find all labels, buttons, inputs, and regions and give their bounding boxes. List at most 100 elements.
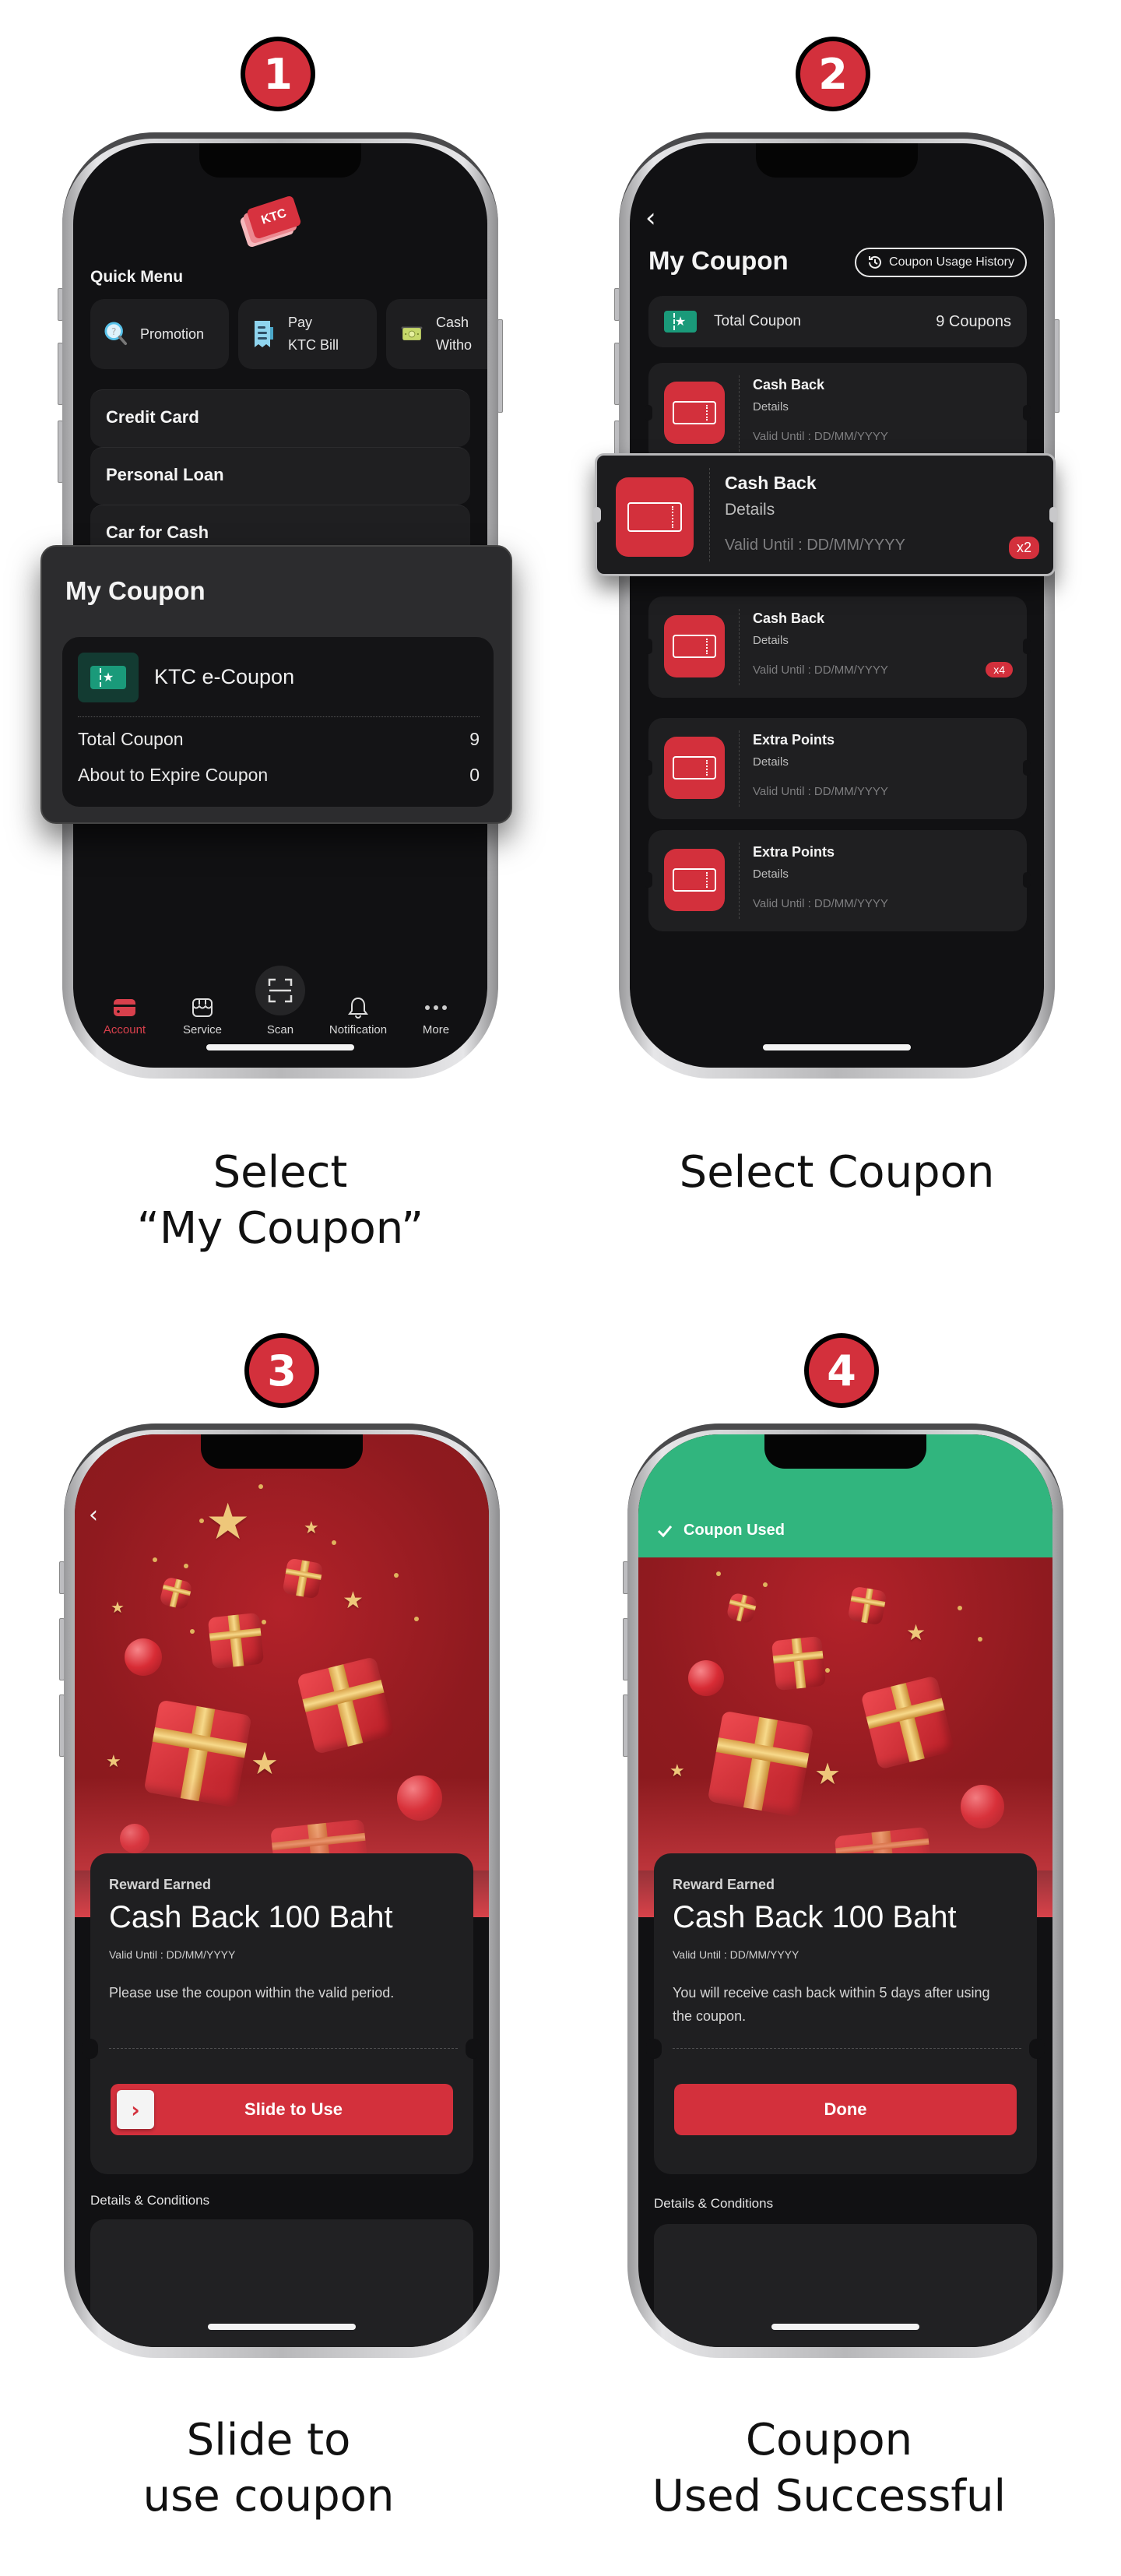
details-conditions-label: Details & Conditions bbox=[654, 2196, 774, 2211]
screen-slide-to-use: ★ ★ ★ ★ ★ ★ ‹ Reward Earned Cash Back 10… bbox=[75, 1434, 489, 2347]
coupon-ticket-icon bbox=[664, 849, 725, 911]
reward-title: Cash Back 100 Baht bbox=[109, 1900, 393, 1934]
quick-menu-cash-withdraw[interactable]: Cash Witho bbox=[386, 299, 487, 369]
step-caption-1: Select “My Coupon” bbox=[136, 1147, 424, 1254]
ktc-e-coupon-panel[interactable]: ★ KTC e-Coupon Total Coupon 9 About to E… bbox=[62, 637, 494, 807]
step-badge-4: 4 bbox=[804, 1333, 879, 1408]
row-label: About to Expire Coupon bbox=[78, 765, 269, 785]
nav-label: Scan bbox=[266, 1023, 294, 1036]
nav-account[interactable]: Account bbox=[90, 997, 160, 1036]
reward-valid-until: Valid Until : DD/MM/YYYY bbox=[673, 1948, 799, 1961]
ktc-logo: KTC bbox=[239, 195, 302, 248]
coupon-title: Cash Back bbox=[725, 473, 817, 493]
star-icon: ★ bbox=[304, 1519, 319, 1538]
nav-label: Service bbox=[182, 1023, 223, 1036]
step-badge-3: 3 bbox=[244, 1333, 319, 1408]
receipt-icon bbox=[252, 320, 276, 348]
step-badge-2: 2 bbox=[796, 37, 870, 111]
step-caption-2: Select Coupon bbox=[679, 1147, 995, 1198]
slider-label: Slide to Use bbox=[244, 2099, 343, 2119]
screen-my-coupon: ‹ My Coupon Coupon Usage History ★ Total… bbox=[630, 143, 1044, 1068]
more-icon bbox=[423, 997, 449, 1019]
coupon-item[interactable]: Cash Back Details Valid Until : DD/MM/YY… bbox=[645, 596, 1031, 698]
coupon-usage-history-button[interactable]: Coupon Usage History bbox=[855, 248, 1027, 277]
ornament-icon bbox=[125, 1638, 162, 1676]
back-chevron-icon[interactable]: ‹ bbox=[89, 1501, 98, 1529]
nav-label: Account bbox=[103, 1023, 146, 1036]
reward-description: Please use the coupon within the valid p… bbox=[109, 1985, 395, 2001]
gift-icon bbox=[282, 1557, 324, 1599]
coupon-details: Details bbox=[753, 755, 789, 769]
notch bbox=[764, 1434, 926, 1469]
nav-scan[interactable]: Scan bbox=[245, 966, 315, 1036]
coupon-quantity-badge: x2 bbox=[1008, 537, 1039, 559]
chevron-right-icon[interactable]: › bbox=[117, 2090, 154, 2129]
e-coupon-icon: ★ bbox=[664, 311, 697, 333]
selected-coupon-item[interactable]: Cash Back Details Valid Until : DD/MM/YY… bbox=[593, 453, 1057, 576]
gift-icon bbox=[207, 1612, 265, 1670]
total-coupon-bar: ★ Total Coupon 9 Coupons bbox=[648, 296, 1027, 347]
coupon-details: Details bbox=[725, 501, 775, 519]
phone-frame-3: ★ ★ ★ ★ ★ ★ ‹ Reward Earned Cash Back 10… bbox=[64, 1423, 500, 2358]
home-indicator bbox=[771, 2324, 919, 2330]
nav-label: Notification bbox=[329, 1023, 388, 1036]
row-value: 0 bbox=[469, 765, 480, 785]
my-coupon-title: My Coupon bbox=[65, 576, 206, 605]
done-button[interactable]: Done bbox=[674, 2084, 1017, 2135]
total-coupon-label: Total Coupon bbox=[714, 313, 801, 329]
quick-menu-label: Cash Witho bbox=[436, 315, 473, 353]
bell-icon bbox=[345, 997, 371, 1019]
coupon-item[interactable]: Extra Points Details Valid Until : DD/MM… bbox=[645, 830, 1031, 931]
nav-label: More bbox=[422, 1023, 450, 1036]
check-icon bbox=[657, 1525, 673, 1537]
banner-text: Coupon Used bbox=[683, 1522, 785, 1539]
coupon-details: Details bbox=[753, 400, 789, 413]
coupon-item[interactable]: Extra Points Details Valid Until : DD/MM… bbox=[645, 718, 1031, 819]
quick-menu: ? Promotion Pay KTC Bill Cash Witho bbox=[90, 299, 487, 369]
step-caption-4: Coupon Used Successful bbox=[652, 2415, 1007, 2521]
home-indicator bbox=[208, 2324, 356, 2330]
coupon-details: Details bbox=[753, 867, 789, 881]
reward-valid-until: Valid Until : DD/MM/YYYY bbox=[109, 1948, 236, 1961]
nav-service[interactable]: Service bbox=[167, 997, 237, 1036]
gift-icon bbox=[296, 1656, 395, 1755]
coupon-title: Cash Back bbox=[753, 611, 825, 626]
my-coupon-card[interactable]: My Coupon ★ KTC e-Coupon Total Coupon 9 … bbox=[40, 545, 512, 824]
quick-menu-promotion[interactable]: ? Promotion bbox=[90, 299, 229, 369]
e-coupon-name: KTC e-Coupon bbox=[154, 665, 295, 688]
menu-credit-card[interactable]: Credit Card bbox=[90, 389, 470, 447]
coupon-details: Details bbox=[753, 634, 789, 647]
coupon-valid-until: Valid Until : DD/MM/YYYY bbox=[753, 430, 888, 443]
coupon-valid-until: Valid Until : DD/MM/YYYY bbox=[753, 663, 888, 677]
notch bbox=[199, 143, 361, 178]
star-icon: ★ bbox=[206, 1494, 251, 1551]
slide-to-use-slider[interactable]: › Slide to Use bbox=[111, 2084, 453, 2135]
menu-personal-loan[interactable]: Personal Loan bbox=[90, 447, 470, 505]
coupon-title: Extra Points bbox=[753, 732, 835, 748]
coupon-item[interactable]: Cash Back Details Valid Until : DD/MM/YY… bbox=[645, 363, 1031, 464]
history-button-label: Coupon Usage History bbox=[889, 255, 1014, 269]
quick-menu-pay-bill[interactable]: Pay KTC Bill bbox=[238, 299, 377, 369]
coupon-valid-until: Valid Until : DD/MM/YYYY bbox=[725, 537, 905, 554]
reward-card: Reward Earned Cash Back 100 Baht Valid U… bbox=[646, 1853, 1045, 2174]
phone-side-button bbox=[497, 319, 503, 413]
quick-menu-label: Promotion bbox=[140, 326, 205, 342]
coupon-ticket-icon bbox=[664, 382, 725, 444]
back-chevron-icon[interactable]: ‹ bbox=[645, 202, 656, 234]
divider bbox=[78, 716, 480, 717]
gift-icon bbox=[860, 1675, 955, 1770]
home-indicator bbox=[763, 1044, 911, 1050]
gift-icon bbox=[847, 1585, 887, 1626]
coupon-title: Cash Back bbox=[753, 377, 825, 392]
nav-notification[interactable]: Notification bbox=[323, 997, 393, 1036]
nav-more[interactable]: More bbox=[401, 997, 471, 1036]
notch bbox=[756, 143, 918, 178]
screen-coupon-used: Coupon Used ★ ★ ★ Reward Earned Cash Bac… bbox=[638, 1434, 1052, 2347]
quick-menu-title: Quick Menu bbox=[90, 268, 184, 286]
coupon-quantity-badge: x4 bbox=[986, 662, 1013, 677]
coupon-ticket-icon bbox=[664, 737, 725, 799]
card-icon bbox=[111, 997, 138, 1019]
ornament-icon bbox=[688, 1660, 724, 1696]
store-icon bbox=[189, 997, 216, 1019]
coupon-valid-until: Valid Until : DD/MM/YYYY bbox=[753, 785, 888, 798]
